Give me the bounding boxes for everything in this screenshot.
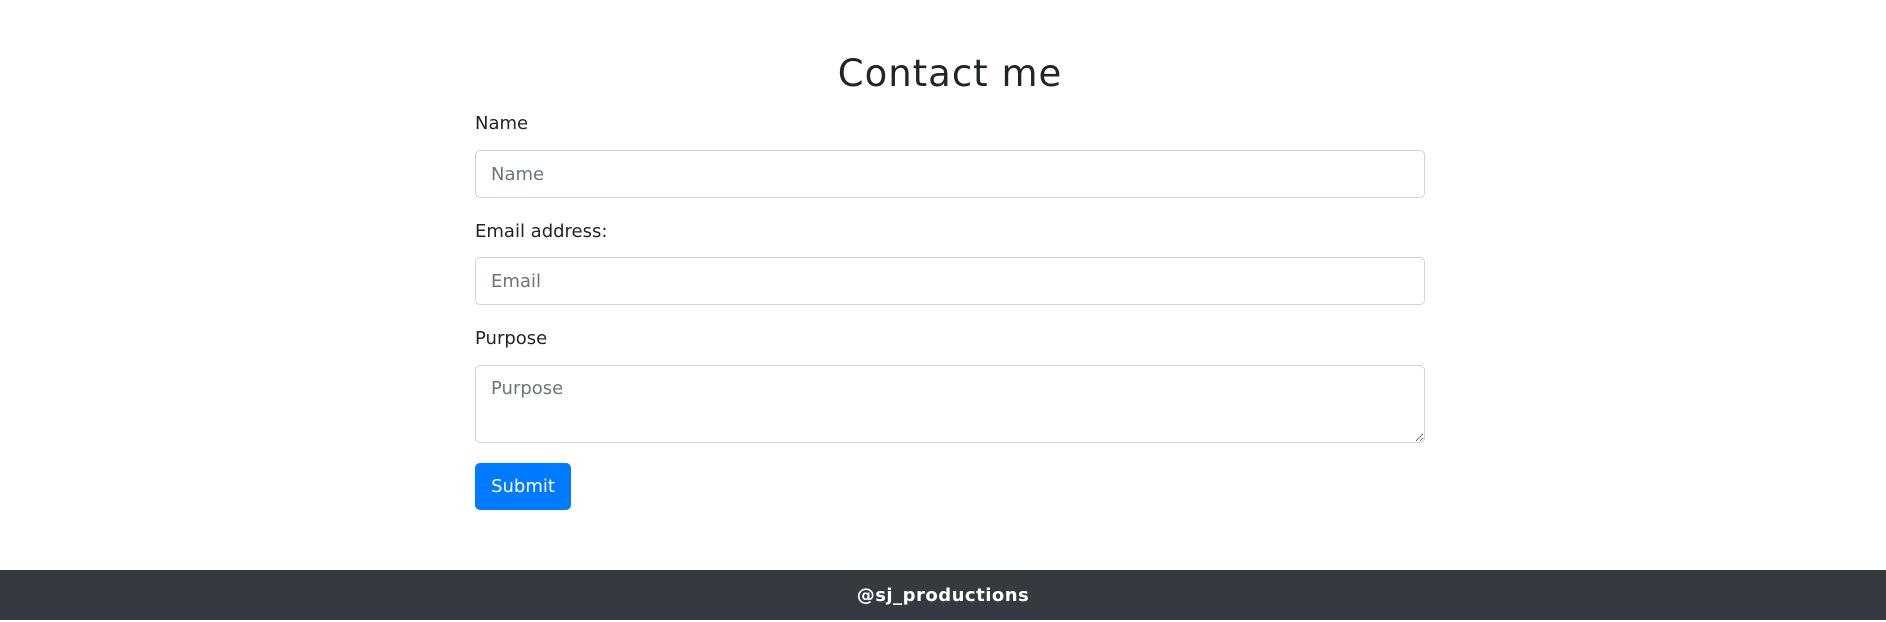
- purpose-textarea[interactable]: [475, 365, 1425, 443]
- submit-button[interactable]: Submit: [475, 463, 571, 510]
- page-title: Contact me: [837, 52, 1063, 95]
- email-label: Email address:: [475, 221, 608, 242]
- footer: @sj_productions: [0, 570, 1886, 620]
- name-label: Name: [475, 113, 529, 134]
- name-input[interactable]: [475, 150, 1425, 198]
- contact-page: Contact me Name Email address: Purpose S…: [0, 0, 1886, 622]
- purpose-label: Purpose: [475, 328, 548, 349]
- email-input[interactable]: [475, 257, 1425, 305]
- footer-credit: @sj_productions: [856, 584, 1030, 606]
